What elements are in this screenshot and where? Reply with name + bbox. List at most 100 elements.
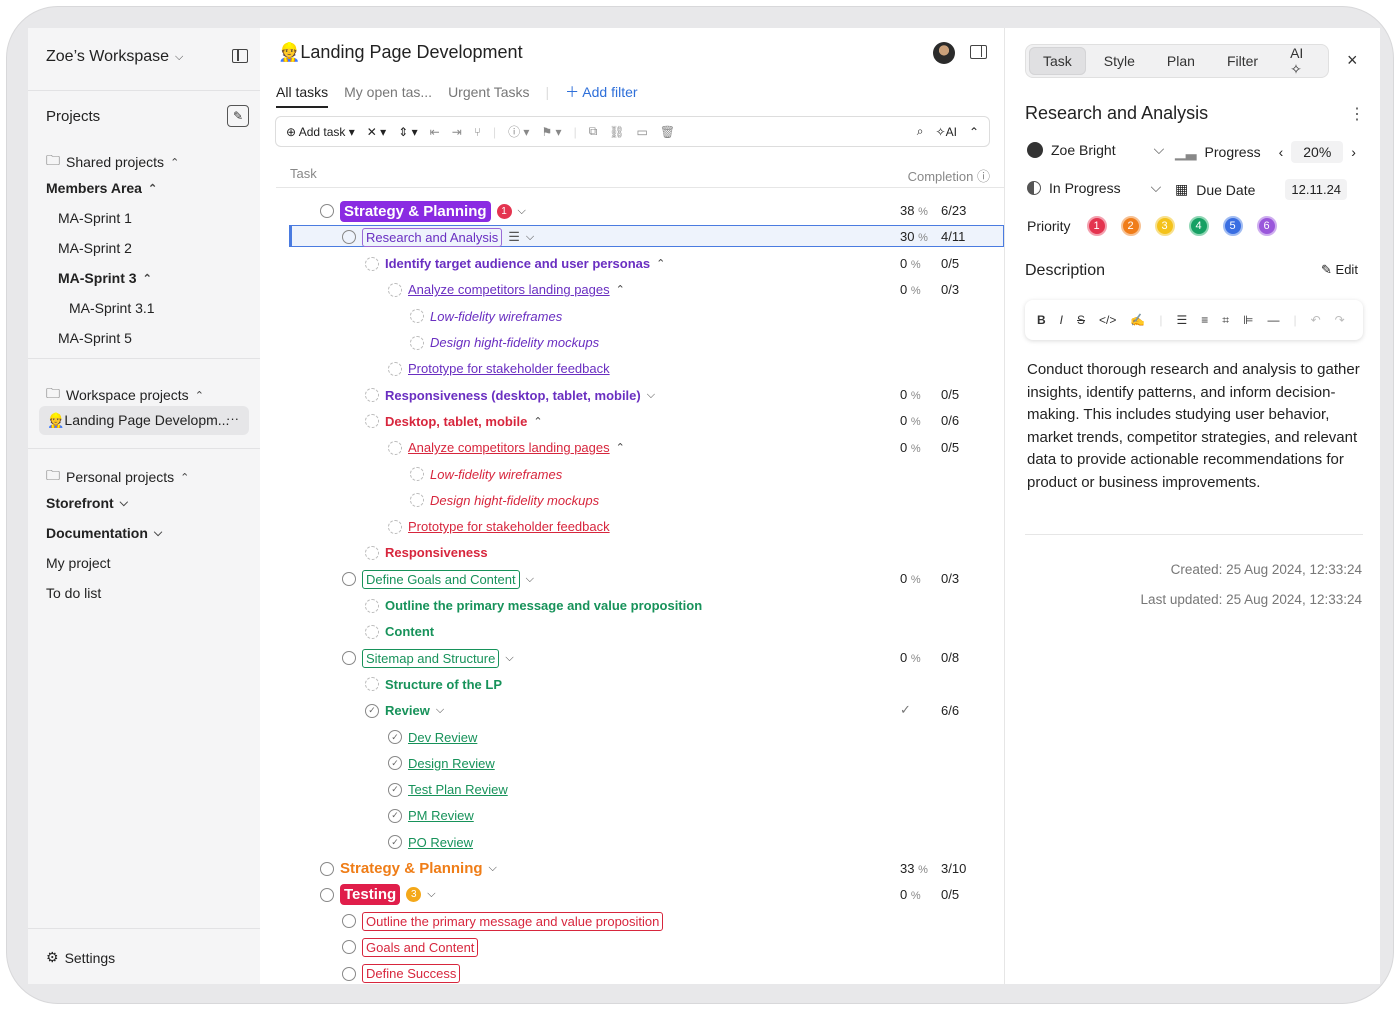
task-row[interactable]: Testing 3 ⌵ <box>320 884 436 906</box>
progress-value[interactable]: 20% <box>1291 141 1344 163</box>
priority-6[interactable]: 6 <box>1256 216 1277 236</box>
chevron-up-icon[interactable]: ⌃ <box>969 125 979 139</box>
check-circle-icon[interactable]: ✓ <box>388 730 402 744</box>
priority-icon[interactable]: ⓘ ▾ <box>508 123 529 140</box>
quote-icon[interactable]: ⌗ <box>1222 313 1229 328</box>
task-row[interactable]: Responsiveness (desktop, tablet, mobile)… <box>365 384 655 406</box>
check-circle-icon[interactable]: ✓ <box>365 703 379 718</box>
chevron-down-icon[interactable]: ⌵ <box>518 205 526 218</box>
task-row[interactable]: Strategy & Planning 1 ⌵ <box>320 200 526 222</box>
collapse-icon[interactable]: ✕ ▾ <box>367 125 386 139</box>
task-title[interactable]: PM Review <box>408 808 474 823</box>
panel-toggle-icon[interactable] <box>970 45 987 59</box>
undo-icon[interactable]: ↶ <box>1311 313 1321 327</box>
task-row[interactable]: Structure of the LP <box>365 673 502 695</box>
link-icon[interactable]: ⛓ <box>609 125 624 139</box>
priority-2[interactable]: 2 <box>1120 216 1141 236</box>
task-row[interactable]: ✓ Review ⌵ <box>365 700 444 722</box>
task-row[interactable]: Responsiveness <box>365 542 488 564</box>
tab-ai[interactable]: AI ✧ <box>1276 39 1325 84</box>
task-row[interactable]: ✓ Test Plan Review <box>388 779 508 801</box>
task-row[interactable]: ✓ Design Review <box>388 752 495 774</box>
task-row[interactable]: Design hight-fidelity mockups <box>410 332 599 354</box>
sidebar-item-sprint-1[interactable]: MA-Sprint 1 <box>58 210 132 226</box>
status-circle-icon[interactable] <box>342 572 356 587</box>
personal-projects-group[interactable]: 🗀 Personal projects ⌃ <box>46 465 189 489</box>
italic-icon[interactable]: I <box>1060 313 1063 327</box>
status-circle-icon[interactable] <box>342 651 356 666</box>
task-row[interactable]: Sitemap and Structure ⌵ <box>342 647 514 669</box>
status-circle-icon[interactable] <box>342 966 356 981</box>
task-row[interactable]: Identify target audience and user person… <box>365 253 665 275</box>
task-title[interactable]: Design Review <box>408 756 495 771</box>
chevron-down-icon[interactable]: ⌵ <box>526 231 534 244</box>
status-circle-icon[interactable] <box>342 914 356 929</box>
task-title[interactable]: Sitemap and Structure <box>362 648 500 668</box>
shared-projects-group[interactable]: 🗀 Shared projects ⌃ <box>46 150 179 174</box>
check-circle-icon[interactable]: ✓ <box>388 756 402 771</box>
chevron-up-icon[interactable]: ⌃ <box>656 257 665 270</box>
task-title[interactable]: Test Plan Review <box>408 782 508 797</box>
flag-icon[interactable]: ⚑ ▾ <box>541 125 561 139</box>
subtask-icon[interactable]: ⑂ <box>474 125 481 139</box>
task-row[interactable]: Prototype for stakeholder feedback <box>388 358 610 380</box>
workspace-switcher[interactable]: Zoe’s Workspase ⌵ <box>46 48 183 66</box>
chevron-down-icon[interactable]: ⌵ <box>427 888 435 901</box>
task-title[interactable]: Design hight-fidelity mockups <box>430 493 599 508</box>
task-title[interactable]: Strategy & Planning <box>340 860 483 877</box>
chevron-right-icon[interactable]: › <box>1351 144 1356 160</box>
trash-icon[interactable]: 🗑 <box>660 125 675 139</box>
add-task-button[interactable]: ⊕ Add task ▾ <box>286 125 355 139</box>
status-circle-icon[interactable] <box>320 204 334 218</box>
status-circle-icon[interactable] <box>320 861 334 876</box>
task-title[interactable]: Review <box>385 703 430 718</box>
task-title[interactable]: Goals and Content <box>362 937 479 957</box>
task-title[interactable]: Analyze competitors landing pages <box>408 440 610 455</box>
task-title[interactable]: Research and Analysis <box>362 227 503 247</box>
task-title[interactable]: Structure of the LP <box>385 677 502 692</box>
more-icon[interactable]: ··· <box>226 411 239 426</box>
ai-button[interactable]: ✧AI <box>936 125 957 139</box>
priority-3[interactable]: 3 <box>1154 216 1175 236</box>
bold-icon[interactable]: B <box>1037 313 1046 327</box>
chevron-left-icon[interactable]: ‹ <box>1279 144 1284 160</box>
priority-5[interactable]: 5 <box>1222 216 1243 236</box>
task-row[interactable]: Low-fidelity wireframes <box>410 305 562 327</box>
task-title[interactable]: Prototype for stakeholder feedback <box>408 519 610 534</box>
task-title[interactable]: Analyze competitors landing pages <box>408 282 610 297</box>
tab-filter[interactable]: Filter <box>1213 47 1272 75</box>
outdent-icon[interactable]: ⇤ <box>430 125 440 139</box>
task-title[interactable]: Low-fidelity wireframes <box>430 467 562 482</box>
status-circle-icon[interactable] <box>365 414 379 429</box>
archive-icon[interactable]: ▭ <box>637 125 648 139</box>
task-row[interactable]: Outline the primary message and value pr… <box>365 595 702 617</box>
task-title[interactable]: Desktop, tablet, mobile <box>385 414 527 429</box>
sidebar-item-landing-page[interactable]: 👷Landing Page Developm... ··· <box>39 406 249 435</box>
task-title[interactable]: Outline the primary message and value pr… <box>385 598 702 613</box>
status-circle-icon[interactable] <box>410 493 424 508</box>
task-title[interactable]: Responsiveness <box>385 545 488 560</box>
task-row[interactable]: Prototype for stakeholder feedback <box>388 516 610 538</box>
status-circle-icon[interactable] <box>410 467 424 481</box>
numbered-list-icon[interactable]: ≡ <box>1201 313 1208 327</box>
highlight-icon[interactable]: ✍ <box>1130 313 1145 327</box>
status-circle-icon[interactable] <box>365 624 379 639</box>
sidebar-item-todo[interactable]: To do list <box>46 585 101 601</box>
chevron-down-icon[interactable]: ⌵ <box>647 389 655 402</box>
task-row[interactable]: ✓ Dev Review <box>388 726 477 748</box>
task-title[interactable]: Responsiveness (desktop, tablet, mobile) <box>385 388 641 403</box>
sidebar-item-my-project[interactable]: My project <box>46 555 111 571</box>
workspace-projects-group[interactable]: 🗀 Workspace projects ⌃ <box>46 383 204 407</box>
status-circle-icon[interactable] <box>410 335 424 350</box>
edit-button[interactable]: ✎ Edit <box>1321 262 1358 278</box>
sidebar-item-sprint-3[interactable]: MA-Sprint 3 ⌃ <box>58 270 152 286</box>
chevron-up-icon[interactable]: ⌃ <box>616 441 625 454</box>
status-circle-icon[interactable] <box>365 388 379 403</box>
task-row[interactable]: Low-fidelity wireframes <box>410 463 562 485</box>
task-row[interactable]: Outline the primary message and value pr… <box>342 910 664 932</box>
tab-style[interactable]: Style <box>1090 47 1149 75</box>
task-row[interactable]: ✓ PO Review <box>388 831 473 853</box>
check-circle-icon[interactable]: ✓ <box>388 835 402 850</box>
status-circle-icon[interactable] <box>342 230 356 245</box>
status-circle-icon[interactable] <box>365 545 379 560</box>
